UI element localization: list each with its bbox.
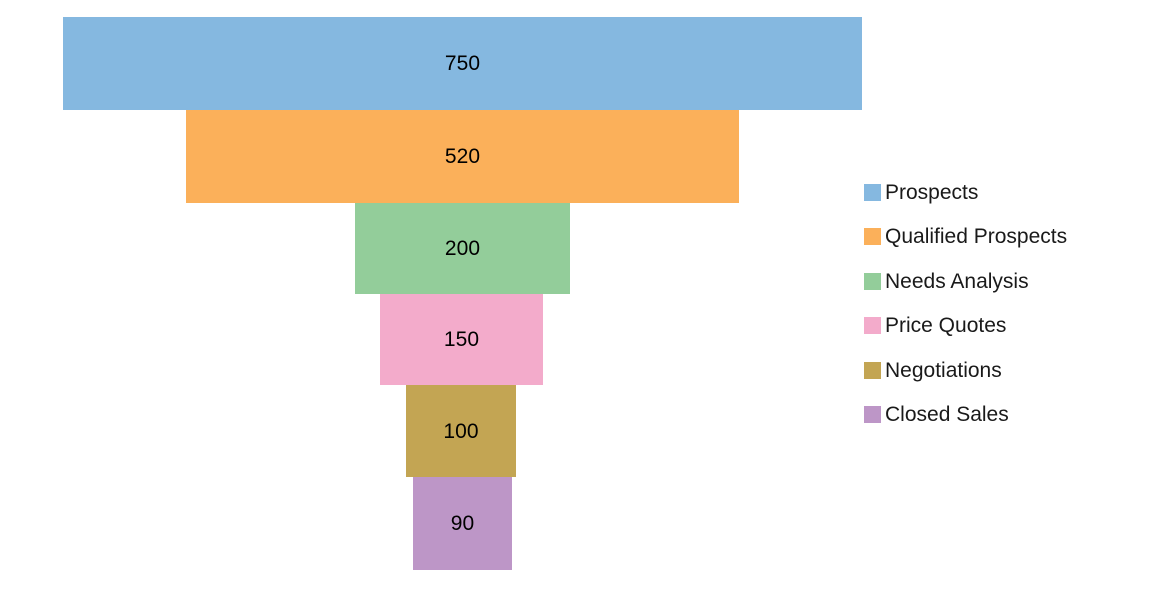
legend-item[interactable]: Needs Analysis [864, 259, 1164, 304]
legend-swatch-icon [864, 406, 881, 424]
legend-item[interactable]: Price Quotes [864, 304, 1164, 349]
legend-swatch-icon [864, 228, 881, 246]
funnel-plot-area: 750 520 200 150 100 90 [0, 0, 880, 600]
funnel-segment[interactable]: 200 [355, 203, 570, 294]
legend-item-label: Needs Analysis [885, 269, 1029, 293]
legend-swatch-icon [864, 317, 881, 335]
legend-item-label: Qualified Prospects [885, 225, 1068, 249]
legend-item-label: Prospects [885, 180, 979, 204]
legend-item[interactable]: Prospects [864, 170, 1164, 215]
legend-item-label: Price Quotes [885, 314, 1007, 338]
funnel-segment-value-label: 520 [444, 145, 481, 168]
funnel-segment[interactable]: 750 [63, 17, 862, 110]
legend-swatch-icon [864, 272, 881, 290]
funnel-chart: 750 520 200 150 100 90 Prospects Qualified Pro… [0, 0, 1170, 600]
funnel-segment[interactable]: 150 [380, 294, 543, 385]
chart-legend: Prospects Qualified Prospects Needs Analys… [864, 170, 1164, 437]
funnel-segment-value-label: 750 [444, 52, 481, 75]
funnel-segment-value-label: 100 [443, 419, 479, 443]
funnel-segment[interactable]: 90 [413, 477, 512, 570]
funnel-segment-value-label: 90 [450, 512, 475, 535]
legend-item-label: Negotiations [885, 358, 1002, 382]
legend-swatch-icon [864, 361, 881, 379]
legend-item[interactable]: Qualified Prospects [864, 215, 1164, 260]
legend-item[interactable]: Negotiations [864, 348, 1164, 393]
funnel-segment-value-label: 150 [443, 328, 480, 351]
legend-swatch-icon [864, 183, 881, 201]
legend-item[interactable]: Closed Sales [864, 393, 1164, 438]
funnel-segment[interactable]: 520 [186, 110, 739, 203]
legend-item-label: Closed Sales [885, 403, 1009, 427]
funnel-segment[interactable]: 100 [406, 385, 516, 477]
funnel-segment-value-label: 200 [444, 237, 481, 260]
